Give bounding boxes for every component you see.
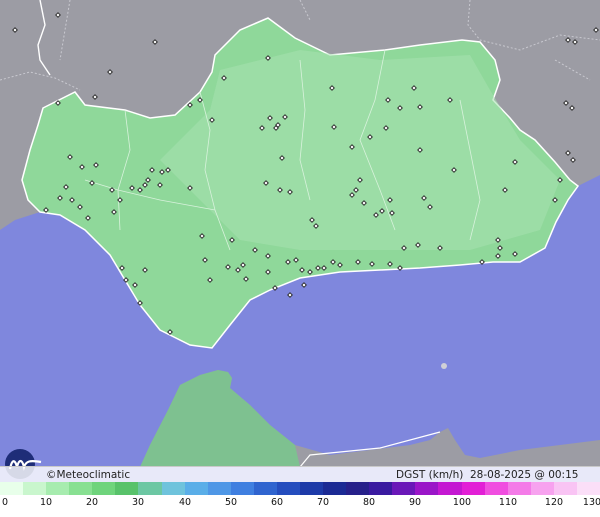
map-viewer: ©Meteoclimatic DGST (km/h) 28-08-2025 @ … bbox=[0, 0, 600, 517]
scale-cell bbox=[438, 482, 462, 495]
scale-cell bbox=[415, 482, 439, 495]
scale-cell bbox=[138, 482, 162, 495]
scale-cell bbox=[369, 482, 393, 495]
scale-label: 10 bbox=[39, 497, 53, 508]
scale-cell bbox=[69, 482, 93, 495]
color-scale-bar bbox=[0, 482, 600, 495]
scale-cell bbox=[92, 482, 116, 495]
scale-cell bbox=[461, 482, 485, 495]
scale-label: 100 bbox=[452, 497, 472, 508]
scale-cell bbox=[553, 482, 577, 495]
scale-cell bbox=[323, 482, 347, 495]
scale-cell bbox=[253, 482, 277, 495]
scale-cell bbox=[507, 482, 531, 495]
scale-cell bbox=[576, 482, 600, 495]
scale-cell bbox=[276, 482, 301, 495]
scale-label: 80 bbox=[362, 497, 376, 508]
scale-cell bbox=[161, 482, 185, 495]
scale-label: 40 bbox=[178, 497, 192, 508]
scale-cell bbox=[46, 482, 70, 495]
scale-cell bbox=[346, 482, 370, 495]
scale-label: 110 bbox=[498, 497, 518, 508]
variable-label: DGST (km/h) bbox=[396, 469, 464, 481]
scale-label: 60 bbox=[270, 497, 284, 508]
scale-label: 30 bbox=[131, 497, 145, 508]
alboran-island bbox=[441, 363, 447, 369]
scale-cell bbox=[530, 482, 554, 495]
color-scale-labels: 0 10 20 30 40 50 60 70 80 90 100 110 120 130 bbox=[0, 497, 600, 513]
scale-label: 20 bbox=[85, 497, 99, 508]
info-bar: ©Meteoclimatic DGST (km/h) 28-08-2025 @ … bbox=[0, 466, 600, 497]
scale-label: 120 bbox=[544, 497, 564, 508]
scale-cell bbox=[0, 482, 24, 495]
scale-cell bbox=[300, 482, 324, 495]
scale-cell bbox=[184, 482, 208, 495]
scale-label: 130 bbox=[582, 497, 600, 508]
scale-cell bbox=[115, 482, 139, 495]
scale-label: 90 bbox=[408, 497, 422, 508]
scale-cell bbox=[484, 482, 508, 495]
scale-cell bbox=[392, 482, 416, 495]
scale-label: 50 bbox=[224, 497, 238, 508]
scale-cell bbox=[207, 482, 231, 495]
scale-label: 0 bbox=[1, 497, 9, 508]
brand-label: ©Meteoclimatic bbox=[46, 469, 131, 481]
andalusia-wind-gust-map bbox=[0, 0, 600, 467]
scale-cell bbox=[230, 482, 254, 495]
scale-label: 70 bbox=[316, 497, 330, 508]
scale-cell bbox=[23, 482, 47, 495]
